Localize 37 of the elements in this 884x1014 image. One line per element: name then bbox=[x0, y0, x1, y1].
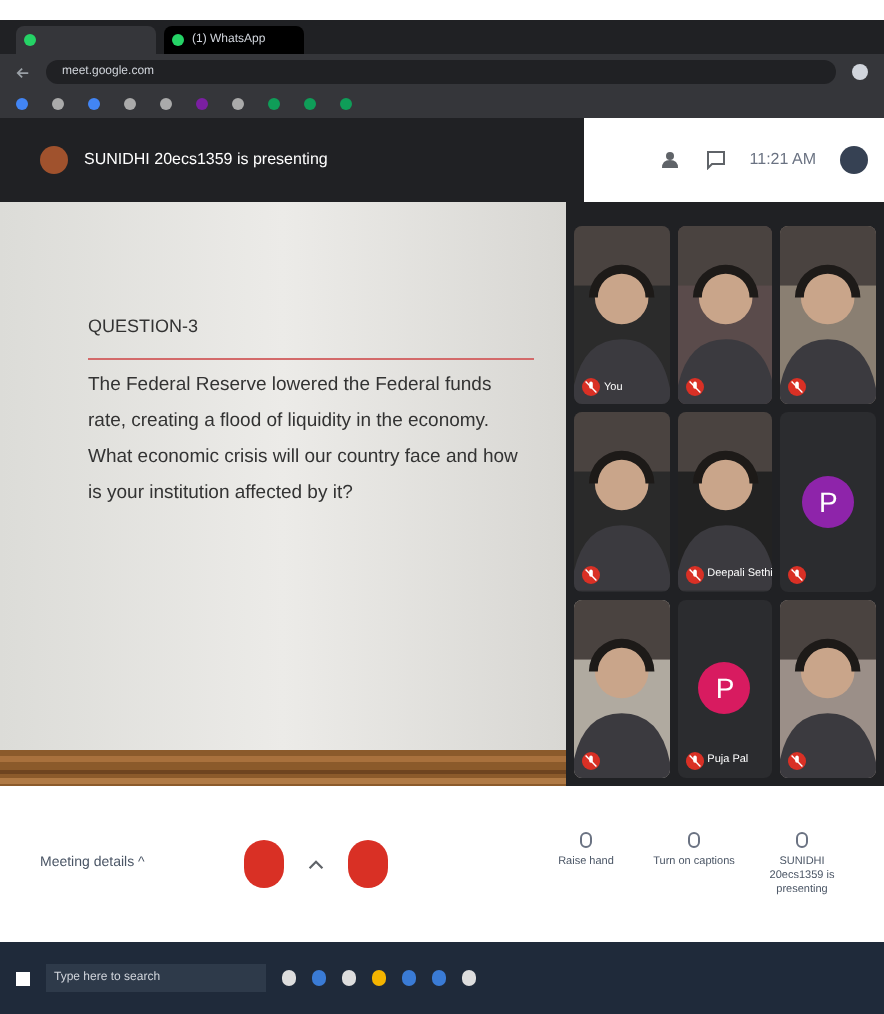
slide-text: The Federal Reserve lowered the Federal funds rate, creating a flood of liquidity in the economy. What economic crisis will our country face and how is your institution affected by it? bbox=[88, 371, 520, 507]
back-icon[interactable] bbox=[16, 65, 30, 79]
avatar: P bbox=[802, 475, 855, 528]
bookmark-icon[interactable] bbox=[232, 98, 244, 110]
clock-time: 11:21 AM bbox=[749, 148, 816, 172]
mic-off-icon bbox=[685, 565, 704, 584]
presenter-status: SUNIDHI 20ecs1359 is presenting bbox=[84, 148, 330, 172]
microphone-off-button[interactable] bbox=[244, 840, 284, 888]
mic-off-icon bbox=[582, 378, 600, 397]
bookmark-icon[interactable] bbox=[52, 98, 64, 110]
bookmark-icon[interactable] bbox=[124, 98, 136, 110]
presenter-avatar bbox=[40, 146, 68, 174]
profile-icon[interactable] bbox=[852, 64, 868, 80]
browser-tab[interactable] bbox=[16, 26, 156, 54]
bookmark-icon[interactable] bbox=[268, 98, 280, 110]
site-icon bbox=[24, 34, 36, 46]
bookmark-icon[interactable] bbox=[340, 98, 352, 110]
slide-title: QUESTION-3 bbox=[88, 314, 201, 340]
people-icon[interactable] bbox=[661, 150, 682, 170]
avatar: P bbox=[698, 662, 751, 715]
user-avatar[interactable] bbox=[840, 146, 868, 174]
mic-off-icon bbox=[582, 565, 600, 584]
start-icon[interactable] bbox=[16, 971, 30, 985]
mic-off-icon bbox=[788, 378, 807, 397]
mic-off-icon bbox=[685, 378, 704, 397]
bookmark-icon[interactable] bbox=[88, 98, 100, 110]
caret-icon[interactable] bbox=[308, 859, 324, 869]
bookmark-icon[interactable] bbox=[304, 98, 316, 110]
site-icon bbox=[172, 34, 184, 46]
mic-off-icon bbox=[788, 565, 807, 584]
chat-icon[interactable] bbox=[705, 150, 726, 170]
mic-off-icon bbox=[685, 752, 704, 770]
bookmark-icon[interactable] bbox=[16, 98, 28, 110]
mic-off-icon bbox=[788, 752, 807, 770]
bookmark-icon[interactable] bbox=[160, 98, 172, 110]
mic-off-icon bbox=[582, 752, 600, 770]
camera-off-button[interactable] bbox=[348, 840, 388, 888]
